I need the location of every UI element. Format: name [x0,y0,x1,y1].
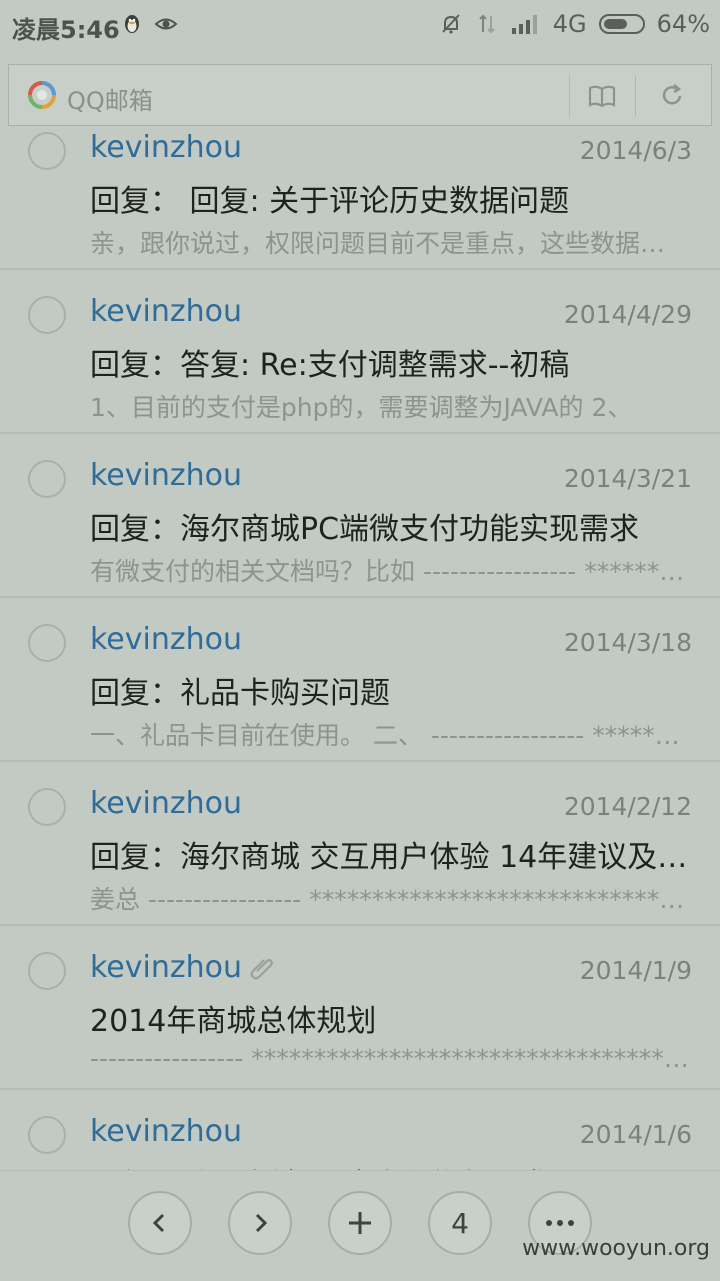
mail-subject: 回复：海尔商城PC端微支付功能实现需求 [90,512,640,547]
more-dots-icon [546,1220,574,1226]
chevron-left-icon [152,1213,165,1233]
mail-item[interactable]: kevinzhou 2014/6/3 回复： 回复: 关于评论历史数据问题亲，跟你说… [0,130,720,270]
mail-subject: 回复：海尔商城 交互用户体验 14年建议及计划 [90,840,690,875]
mail-item[interactable]: kevinzhou 2014/3/18 回复：礼品卡购买问题一、礼品卡目前在使用。 … [0,598,720,762]
refresh-icon[interactable] [655,79,689,113]
mail-sender: kevinzhou [90,786,242,821]
plus-icon [349,1212,371,1234]
mail-sender: kevinzhou [90,1114,242,1149]
forward-button[interactable] [228,1191,292,1255]
chevron-right-icon [255,1213,268,1233]
mail-preview: 亲，跟你说过，权限问题目前不是重点，这些数据根据需求 [90,229,690,258]
mail-subject: 回复：礼品卡购买问题 [90,676,390,711]
bell-muted-icon [442,14,460,34]
mail-sender-name: kevinzhou [90,1114,242,1149]
watermark: www.wooyun.org [522,1236,710,1261]
mail-sender: kevinzhou [90,458,242,493]
mail-date: 2014/1/6 [579,1120,692,1149]
mail-subject: 回复：关于商城PC端流程优化需求 [90,1160,690,1170]
signal-icon [511,15,537,34]
mail-preview: 一、礼品卡目前在使用。 二、 ----------------- *******… [90,721,690,750]
bottom-toolbar: 4 [0,1170,720,1281]
mail-preview: 1、目前的支付是php的，需要调整为JAVA的 2、 [90,393,633,422]
mail-item[interactable]: kevinzhou 2014/3/21 回复：海尔商城PC端微支付功能实现需求有微支… [0,434,720,598]
mail-item[interactable]: kevinzhou 2014/1/6 回复：关于商城PC端流程优化需求 [0,1090,720,1170]
mail-sender-name: kevinzhou [90,458,242,493]
select-checkbox[interactable] [28,788,66,826]
mail-list[interactable]: kevinzhou 2014/6/3 回复： 回复: 关于评论历史数据问题亲，跟你说… [0,130,720,1170]
select-checkbox[interactable] [28,296,66,334]
battery-icon [598,14,645,34]
mail-item[interactable]: kevinzhou 2014/1/9 2014年商城总体规划 ------------… [0,926,720,1090]
mail-subject: 回复： 回复: 关于评论历史数据问题 [90,184,570,219]
mail-date: 2014/6/3 [579,136,692,165]
back-button[interactable] [128,1191,192,1255]
mail-sender: kevinzhou [90,130,242,165]
address-bar[interactable]: QQ邮箱 [8,64,712,126]
mail-date: 2014/2/12 [563,792,692,821]
select-checkbox[interactable] [28,1116,66,1154]
mail-preview: 姜总 ----------------- *******************… [90,885,690,914]
select-checkbox[interactable] [28,952,66,990]
mail-preview: ----------------- **********************… [90,1044,690,1073]
mail-preview: 有微支付的相关文档吗？比如 ----------------- ********… [90,557,690,586]
mail-date: 2014/1/9 [579,956,692,985]
select-checkbox[interactable] [28,460,66,498]
select-checkbox[interactable] [28,624,66,662]
mail-subject: 回复：答复: Re:支付调整需求--初稿 [90,348,570,383]
battery-percent: 64% [656,10,710,38]
qq-penguin-icon [125,15,139,33]
mail-sender-name: kevinzhou [90,622,242,657]
qq-mail-logo-icon [28,81,56,109]
mail-date: 2014/3/18 [563,628,692,657]
mail-sender-name: kevinzhou [90,950,242,985]
eye-icon [154,18,178,30]
status-time: 凌晨5:46 [12,16,120,44]
tab-count: 4 [451,1206,469,1240]
mail-date: 2014/4/29 [563,300,692,329]
mail-sender-name: kevinzhou [90,294,242,329]
mail-date: 2014/3/21 [563,464,692,493]
mail-sender-name: kevinzhou [90,786,242,821]
status-bar: 凌晨5:46 4G 64% [0,0,720,52]
mail-sender: kevinzhou [90,294,242,329]
book-icon[interactable] [585,79,619,113]
mail-item[interactable]: kevinzhou 2014/2/12 回复：海尔商城 交互用户体验 14年建议及计… [0,762,720,926]
network-type: 4G [552,10,587,38]
mail-sender: kevinzhou [90,622,242,657]
tab-count-button[interactable]: 4 [428,1191,492,1255]
mail-item[interactable]: kevinzhou 2014/4/29 回复：答复: Re:支付调整需求--初稿 1、… [0,270,720,434]
select-checkbox[interactable] [28,132,66,170]
address-title: QQ邮箱 [67,87,153,115]
paperclip-icon [250,959,273,980]
data-arrows-icon [479,14,495,34]
mail-sender: kevinzhou [90,950,276,985]
mail-sender-name: kevinzhou [90,130,242,165]
new-tab-button[interactable] [328,1191,392,1255]
mail-subject: 2014年商城总体规划 [90,1004,377,1039]
